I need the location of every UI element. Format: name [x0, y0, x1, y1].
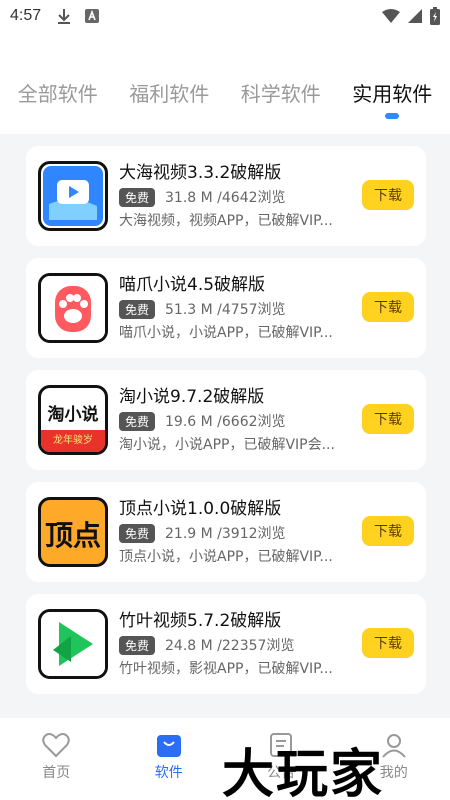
- app-meta: 免费 24.8 M /22357浏览: [119, 635, 294, 655]
- tab-welfare-software[interactable]: 福利软件: [129, 72, 209, 107]
- free-badge: 免费: [119, 411, 156, 431]
- app-description: 大海视频，视频APP，已破解VIP...: [119, 213, 333, 229]
- app-card[interactable]: 顶点 顶点小说1.0.0破解版 免费 21.9 M /3912浏览 顶点小说，小…: [26, 482, 426, 582]
- tab-all-software[interactable]: 全部软件: [18, 72, 98, 107]
- app-card[interactable]: 淘小说 龙年骏岁 淘小说9.7.2破解版 免费 19.6 M /6662浏览 淘…: [26, 370, 426, 470]
- cat-paw-icon: [38, 273, 108, 343]
- status-time: 4:57: [10, 7, 42, 24]
- battery-icon: [430, 7, 440, 25]
- signal-icon: [408, 9, 422, 23]
- free-badge: 免费: [119, 187, 156, 207]
- app-title: 竹叶视频5.7.2破解版: [119, 611, 282, 631]
- tab-label: 福利软件: [129, 82, 210, 106]
- nav-label: 软件: [154, 765, 183, 781]
- app-card[interactable]: 喵爪小说4.5破解版 免费 51.3 M /4757浏览 喵爪小说，小说APP，…: [26, 258, 426, 358]
- download-icon: [58, 9, 71, 24]
- tab-label: 科学软件: [240, 82, 321, 106]
- app-card[interactable]: 竹叶视频5.7.2破解版 免费 24.8 M /22357浏览 竹叶视频，影视A…: [26, 594, 426, 694]
- free-badge: 免费: [119, 635, 156, 655]
- play-video-icon: [38, 161, 108, 231]
- app-card[interactable]: 大海视频3.3.2破解版 免费 31.8 M /4642浏览 大海视频，视频AP…: [26, 146, 426, 246]
- app-description: 喵爪小说，小说APP，已破解VIP...: [119, 325, 333, 341]
- free-badge: 免费: [119, 523, 156, 543]
- app-stats: 51.3 M /4757浏览: [165, 302, 286, 318]
- app-list-area[interactable]: 大海视频3.3.2破解版 免费 31.8 M /4642浏览 大海视频，视频AP…: [0, 134, 450, 718]
- tab-utility-software[interactable]: 实用软件: [352, 72, 433, 119]
- nav-item-software[interactable]: 软件: [124, 732, 214, 800]
- bamboo-play-icon: [38, 609, 108, 679]
- download-button[interactable]: 下载: [362, 292, 414, 322]
- free-badge: 免费: [119, 299, 156, 319]
- user-icon: [381, 734, 406, 758]
- download-button[interactable]: 下载: [362, 180, 414, 210]
- tao-novel-icon: 淘小说 龙年骏岁: [38, 385, 108, 455]
- app-list: 大海视频3.3.2破解版 免费 31.8 M /4642浏览 大海视频，视频AP…: [26, 146, 426, 706]
- app-title: 顶点小说1.0.0破解版: [119, 499, 282, 519]
- status-notifications: [57, 8, 100, 24]
- app-notification-icon: [85, 9, 100, 23]
- icon-logo-subtext: 龙年骏岁: [41, 430, 105, 452]
- app-meta: 免费 19.6 M /6662浏览: [119, 411, 286, 431]
- nav-label: 首页: [42, 765, 71, 781]
- dingdian-icon: 顶点: [38, 497, 108, 567]
- app-meta: 免费 31.8 M /4642浏览: [119, 187, 286, 207]
- app-stats: 21.9 M /3912浏览: [165, 526, 286, 542]
- app-meta: 免费 51.3 M /4757浏览: [119, 299, 286, 319]
- wifi-icon: [382, 9, 400, 23]
- app-description: 竹叶视频，影视APP，已破解VIP...: [119, 661, 333, 677]
- heart-icon: [42, 733, 70, 758]
- tab-science-software[interactable]: 科学软件: [241, 72, 321, 107]
- download-button[interactable]: 下载: [362, 404, 414, 434]
- app-stats: 31.8 M /4642浏览: [165, 190, 286, 206]
- bag-icon: [156, 735, 181, 757]
- tab-label: 实用软件: [352, 82, 433, 106]
- app-stats: 19.6 M /6662浏览: [165, 414, 286, 430]
- app-title: 淘小说9.7.2破解版: [119, 387, 265, 407]
- app-meta: 免费 21.9 M /3912浏览: [119, 523, 286, 543]
- app-description: 顶点小说，小说APP，已破解VIP...: [119, 549, 333, 565]
- app-title: 大海视频3.3.2破解版: [119, 163, 282, 183]
- category-tabs: 全部软件 福利软件 科学软件 实用软件: [0, 72, 450, 124]
- nav-item-home[interactable]: 首页: [11, 732, 101, 800]
- tab-label: 全部软件: [17, 82, 98, 106]
- download-button[interactable]: 下载: [362, 516, 414, 546]
- app-title: 喵爪小说4.5破解版: [119, 275, 266, 295]
- watermark: 大玩家: [222, 744, 385, 800]
- active-tab-indicator: [385, 113, 400, 119]
- icon-logo-text: 淘小说: [47, 405, 99, 425]
- icon-logo-text: 顶点: [44, 519, 101, 552]
- status-bar: 4:57: [0, 0, 450, 32]
- app-description: 淘小说，小说APP，已破解VIP会...: [119, 437, 335, 453]
- download-button[interactable]: 下载: [362, 628, 414, 658]
- app-stats: 24.8 M /22357浏览: [165, 638, 295, 654]
- status-indicators: [382, 7, 440, 25]
